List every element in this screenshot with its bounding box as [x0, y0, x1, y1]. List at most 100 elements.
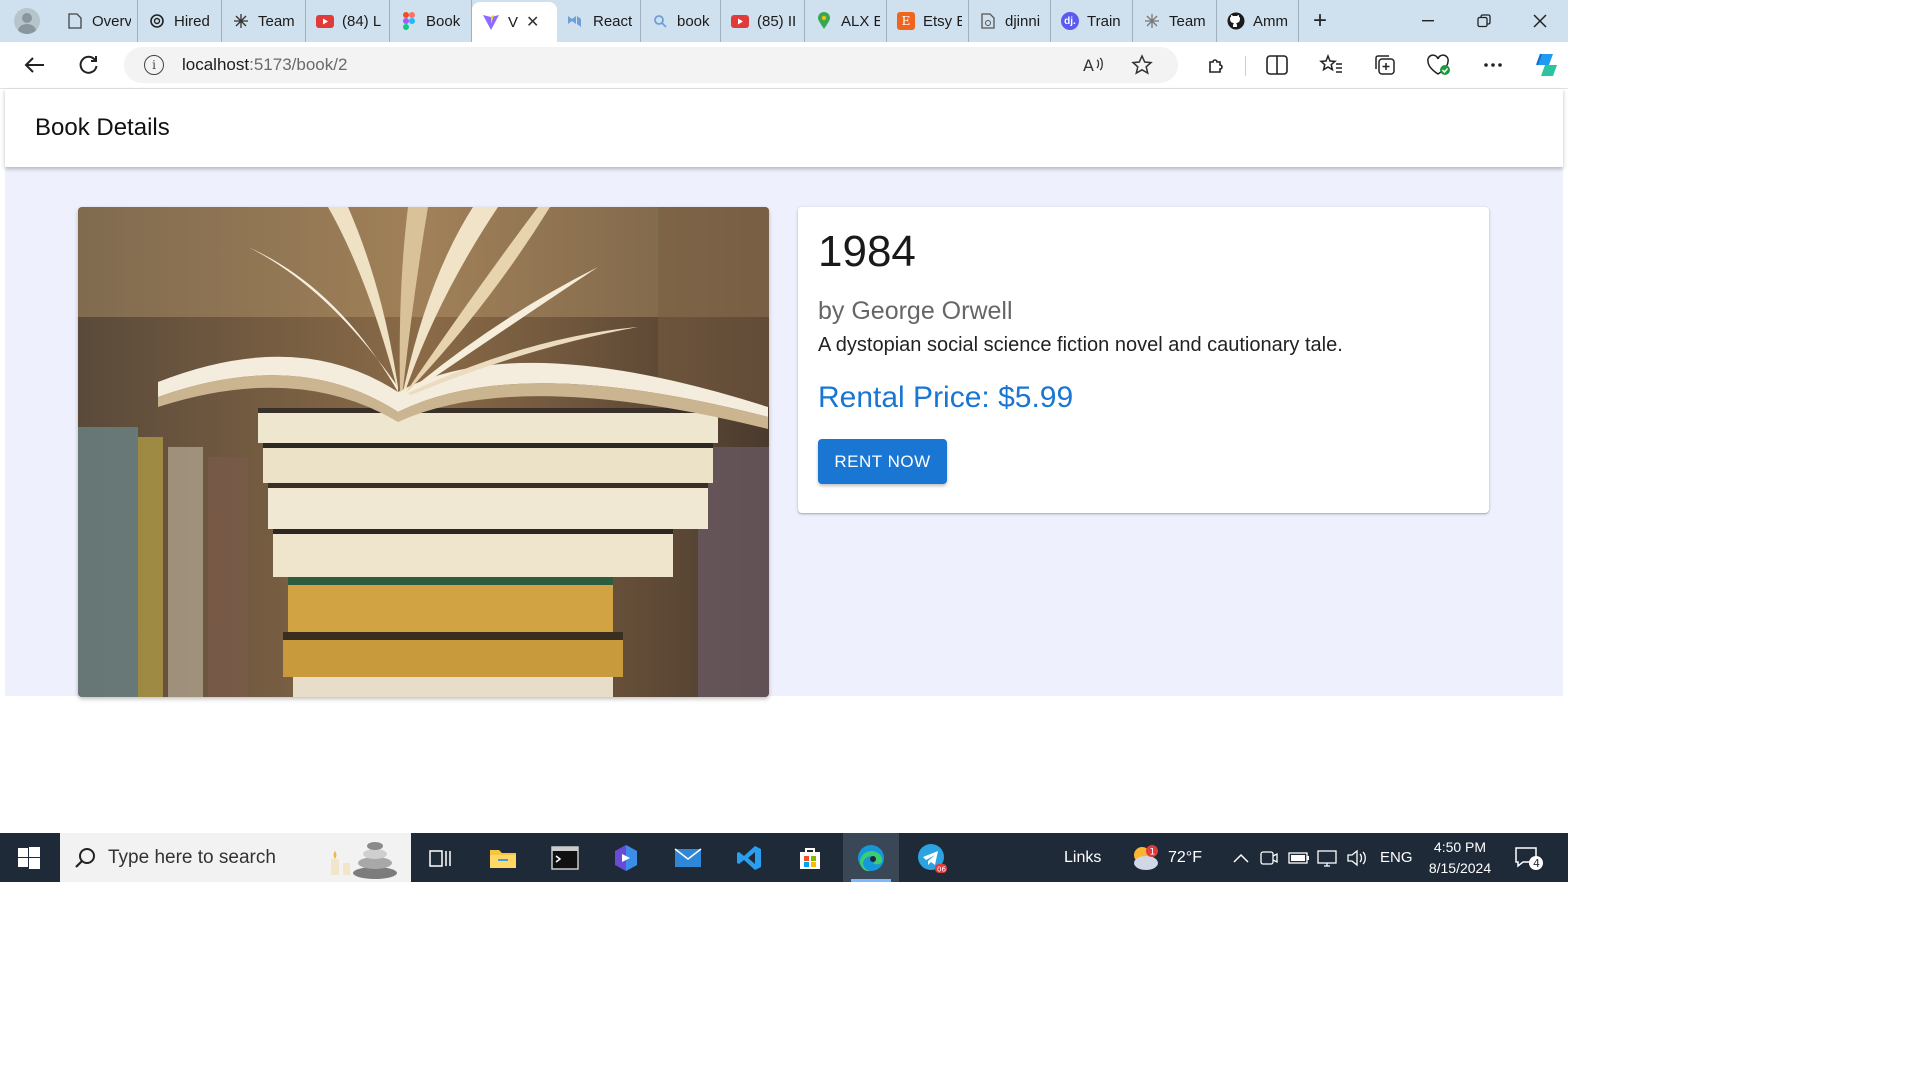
document-icon: [66, 12, 84, 30]
telegram-icon: 06: [918, 843, 947, 873]
tab-book-figma[interactable]: Book: [390, 0, 472, 42]
links-toolbar[interactable]: Links: [1064, 833, 1101, 882]
mail-icon: [674, 847, 702, 867]
battery-icon[interactable]: [1286, 850, 1310, 866]
tab-djinni[interactable]: djinni: [969, 0, 1051, 42]
tab-youtube-84[interactable]: (84) L: [306, 0, 390, 42]
profile-avatar-icon[interactable]: [14, 8, 40, 34]
tab-train[interactable]: dj. Train: [1051, 0, 1133, 42]
mui-icon: [567, 12, 585, 30]
copilot-icon[interactable]: [1520, 50, 1574, 80]
svg-text:4: 4: [1533, 857, 1540, 870]
page-title: Book Details: [35, 114, 170, 141]
search-placeholder: Type here to search: [108, 846, 276, 868]
restore-button[interactable]: [1456, 0, 1512, 42]
browser-essentials-icon[interactable]: [1412, 50, 1466, 80]
favorites-icon[interactable]: [1304, 50, 1358, 80]
tab-hired[interactable]: Hired: [138, 0, 222, 42]
terminal-button[interactable]: [537, 833, 593, 882]
clock-time: 4:50 PM: [1433, 839, 1487, 855]
terminal-icon: [551, 845, 579, 870]
tab-team[interactable]: Team: [222, 0, 306, 42]
youtube-icon: [316, 12, 334, 30]
tab-book-search[interactable]: book: [641, 0, 721, 42]
meet-now-icon[interactable]: [1260, 848, 1278, 868]
power-automate-button[interactable]: [598, 833, 654, 882]
openai-icon: [148, 12, 166, 30]
tab-etsy[interactable]: E Etsy E: [887, 0, 969, 42]
tab-youtube-85[interactable]: (85) II: [721, 0, 805, 42]
new-tab-button[interactable]: +: [1299, 0, 1341, 42]
browser-toolbar: i localhost:5173/book/2 A: [0, 42, 1568, 89]
minimize-button[interactable]: [1400, 0, 1456, 42]
book-title: 1984: [818, 227, 916, 276]
language-indicator[interactable]: ENG: [1380, 849, 1413, 866]
taskbar-search-box[interactable]: Type here to search: [60, 833, 411, 882]
vscode-icon: [737, 845, 761, 870]
tab-team-2[interactable]: Team: [1133, 0, 1217, 42]
site-info-icon[interactable]: i: [144, 55, 164, 75]
notification-icon: 4: [1515, 847, 1543, 870]
search-icon: [75, 847, 95, 868]
svg-text:A: A: [1083, 56, 1094, 74]
extensions-icon[interactable]: [1190, 50, 1244, 80]
more-options-icon[interactable]: [1466, 50, 1520, 80]
task-view-button[interactable]: [413, 833, 469, 882]
url-text[interactable]: localhost:5173/book/2: [182, 55, 347, 75]
address-bar-actions: A: [1070, 51, 1166, 79]
mail-button[interactable]: [660, 833, 716, 882]
svg-text:1: 1: [1150, 847, 1156, 857]
clock-date: 8/15/2024: [1428, 860, 1492, 876]
book-cover-image: [78, 207, 769, 697]
sparkle-icon: [1143, 12, 1161, 30]
figma-icon: [400, 12, 418, 30]
windows-logo-icon: [18, 846, 40, 869]
tab-react-mui[interactable]: React: [557, 0, 641, 42]
notification-center-button[interactable]: 4: [1514, 845, 1544, 878]
search-icon: [651, 12, 669, 30]
split-screen-icon[interactable]: [1250, 50, 1304, 80]
weather-cloud-icon: 1: [1134, 844, 1158, 870]
network-icon[interactable]: [1316, 849, 1340, 867]
tab-list: Overv Hired Team (84) L Book V ✕ React b…: [56, 0, 1341, 42]
toolbar-divider: [1245, 56, 1246, 76]
app-header: Book Details: [5, 89, 1563, 167]
maps-icon: [815, 12, 833, 30]
rent-now-button[interactable]: RENT NOW: [818, 439, 947, 484]
tab-alx[interactable]: ALX E: [805, 0, 887, 42]
volume-icon[interactable]: [1346, 849, 1368, 867]
edge-icon: [858, 844, 884, 871]
collections-icon[interactable]: [1358, 50, 1412, 80]
vscode-button[interactable]: [721, 833, 777, 882]
close-tab-icon[interactable]: ✕: [526, 12, 539, 32]
refresh-button[interactable]: [73, 50, 103, 80]
document-icon: [979, 12, 997, 30]
tab-github[interactable]: Amm: [1217, 0, 1299, 42]
weather-widget[interactable]: 1 72°F: [1130, 833, 1202, 882]
toolbar-actions: [1190, 50, 1574, 80]
hexagon-app-icon: [615, 844, 637, 871]
weather-temperature: 72°F: [1168, 848, 1202, 866]
book-details-section: 1984 by George Orwell A dystopian social…: [5, 167, 1563, 697]
system-tray-icons: ENG: [1232, 833, 1413, 882]
close-window-button[interactable]: [1512, 0, 1568, 42]
file-explorer-button[interactable]: [475, 833, 531, 882]
folder-icon: [490, 849, 516, 868]
telegram-button[interactable]: 06: [904, 833, 960, 882]
etsy-icon: E: [897, 12, 915, 30]
read-aloud-icon[interactable]: A: [1070, 51, 1118, 79]
microsoft-store-button[interactable]: [782, 833, 838, 882]
tab-overview[interactable]: Overv: [56, 0, 138, 42]
chevron-up-icon[interactable]: [1232, 852, 1250, 864]
window-controls: [1400, 0, 1568, 42]
tab-vite-active[interactable]: V ✕: [472, 2, 557, 42]
start-button[interactable]: [0, 833, 58, 882]
edge-button[interactable]: [843, 833, 899, 882]
djinni-icon: dj.: [1061, 12, 1079, 30]
back-button[interactable]: [19, 50, 49, 80]
sparkle-icon: [232, 12, 250, 30]
address-bar[interactable]: i localhost:5173/book/2 A: [124, 47, 1178, 83]
system-clock[interactable]: 4:50 PM 8/15/2024: [1415, 837, 1505, 879]
favorite-star-icon[interactable]: [1118, 51, 1166, 79]
book-description: A dystopian social science fiction novel…: [818, 334, 1343, 356]
